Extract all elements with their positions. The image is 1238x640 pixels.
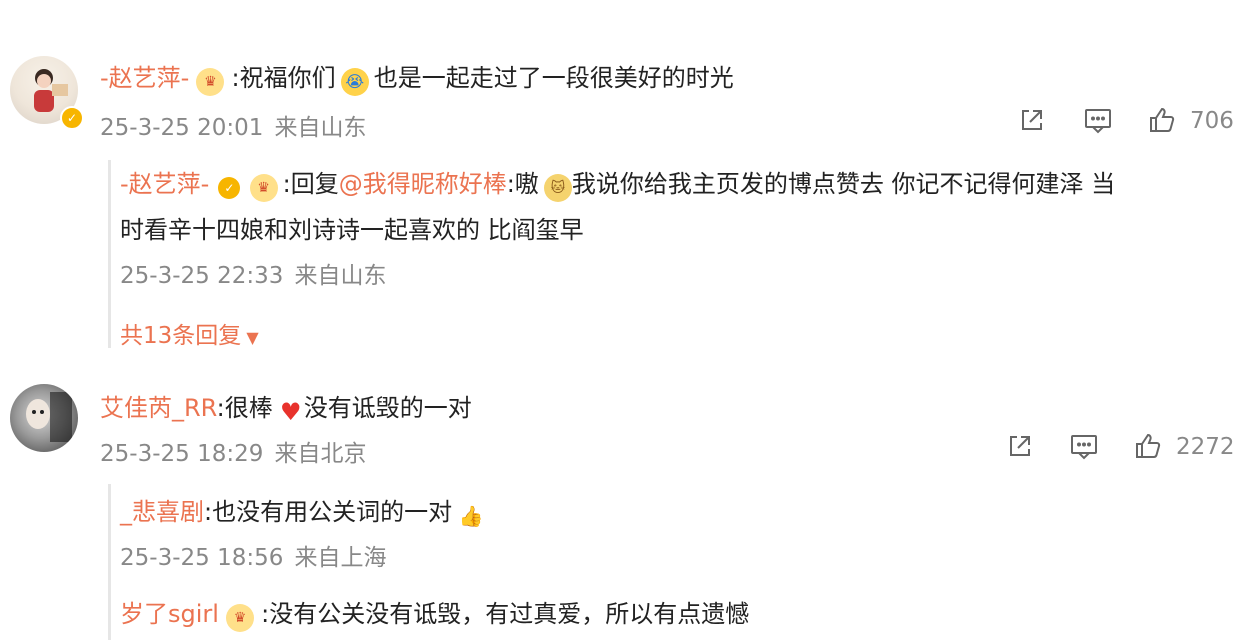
- comment-meta: 25-3-25 20:01 来自山东: [100, 108, 366, 142]
- location: 来自山东: [294, 263, 387, 289]
- crown-badge-icon: ♛: [249, 173, 278, 202]
- more-replies-label[interactable]: 共13条回复: [120, 323, 241, 349]
- like-count: 2272: [1176, 434, 1235, 460]
- timestamp: 25-3-25 18:56: [120, 545, 284, 571]
- reply: _悲喜剧:也没有用公关词的一对 👍: [120, 492, 485, 530]
- reply-text-rest: 我说你给我主页发的博点赞去 你记不记得何建泽 当: [571, 170, 1116, 198]
- reply-text: :没有公关没有诋毁，有过真爱，所以有点遗憾: [261, 600, 750, 628]
- comment-icon[interactable]: [1082, 104, 1114, 136]
- mention-link[interactable]: @我得昵称好棒: [339, 170, 507, 198]
- timestamp: 25-3-25 22:33: [120, 263, 284, 289]
- crown-badge-icon: ♛: [226, 603, 255, 632]
- location: 来自山东: [274, 115, 367, 141]
- cat-emoji-icon: 🐱: [543, 173, 572, 202]
- location: 来自北京: [274, 441, 367, 467]
- heart-emoji-icon: ♥: [280, 397, 302, 426]
- timestamp: 25-3-25 18:29: [100, 441, 264, 467]
- reply-thread-line: [108, 160, 114, 348]
- like-icon[interactable]: [1146, 104, 1178, 136]
- crown-badge-icon: ♛: [196, 67, 225, 96]
- crying-emoji-icon: 😭: [340, 67, 369, 96]
- username[interactable]: 艾佳芮_RR: [100, 394, 217, 422]
- comment-text: :祝福你们: [231, 64, 336, 92]
- reply-text: :也没有用公关词的一对: [204, 498, 453, 526]
- reply-meta: 25-3-25 18:56 来自上海: [120, 538, 386, 572]
- reply: 岁了sgirl ♛ :没有公关没有诋毁，有过真爱，所以有点遗憾: [120, 594, 749, 632]
- comment-text: :很棒: [216, 394, 273, 422]
- avatar[interactable]: [10, 384, 78, 452]
- like-count: 706: [1190, 108, 1234, 134]
- reply-meta: 25-3-25 22:33 来自山东: [120, 256, 386, 290]
- share-icon[interactable]: [1004, 430, 1036, 462]
- reply-text-line2: 时看辛十四娘和刘诗诗一起喜欢的 比阎玺早: [120, 216, 584, 244]
- reply: -赵艺萍- ✓ ♛ :回复@我得昵称好棒:嗷 🐱 我说你给我主页发的博点赞去 你记…: [120, 164, 1115, 202]
- comment-content: 艾佳芮_RR:很棒 ♥没有诋毁的一对: [100, 388, 472, 426]
- comment-icon[interactable]: [1068, 430, 1100, 462]
- verified-icon: ✓: [218, 176, 241, 199]
- verified-icon: ✓: [60, 106, 84, 130]
- comment-meta: 25-3-25 18:29 来自北京: [100, 434, 366, 468]
- timestamp: 25-3-25 20:01: [100, 115, 264, 141]
- more-replies-link[interactable]: 共13条回复 ▼: [120, 316, 259, 350]
- like-icon[interactable]: [1132, 430, 1164, 462]
- reply-text: :嗷: [506, 170, 539, 198]
- location: 来自上海: [294, 545, 387, 571]
- thumbs-up-emoji-icon: 👍: [458, 503, 484, 528]
- reply-username[interactable]: -赵艺萍-: [120, 170, 209, 198]
- reply-thread-line: [108, 484, 114, 640]
- reply-prefix: :回复: [282, 170, 339, 198]
- share-icon[interactable]: [1016, 104, 1048, 136]
- username[interactable]: -赵艺萍-: [100, 64, 189, 92]
- comment-content: -赵艺萍- ♛ :祝福你们 😭 也是一起走过了一段很美好的时光: [100, 58, 734, 96]
- reply-username[interactable]: 岁了sgirl: [120, 600, 219, 628]
- caret-down-icon: ▼: [246, 328, 259, 347]
- reply-username[interactable]: _悲喜剧: [120, 498, 204, 526]
- comment-text-rest: 没有诋毁的一对: [303, 394, 472, 422]
- comment-text-rest: 也是一起走过了一段很美好的时光: [373, 64, 734, 92]
